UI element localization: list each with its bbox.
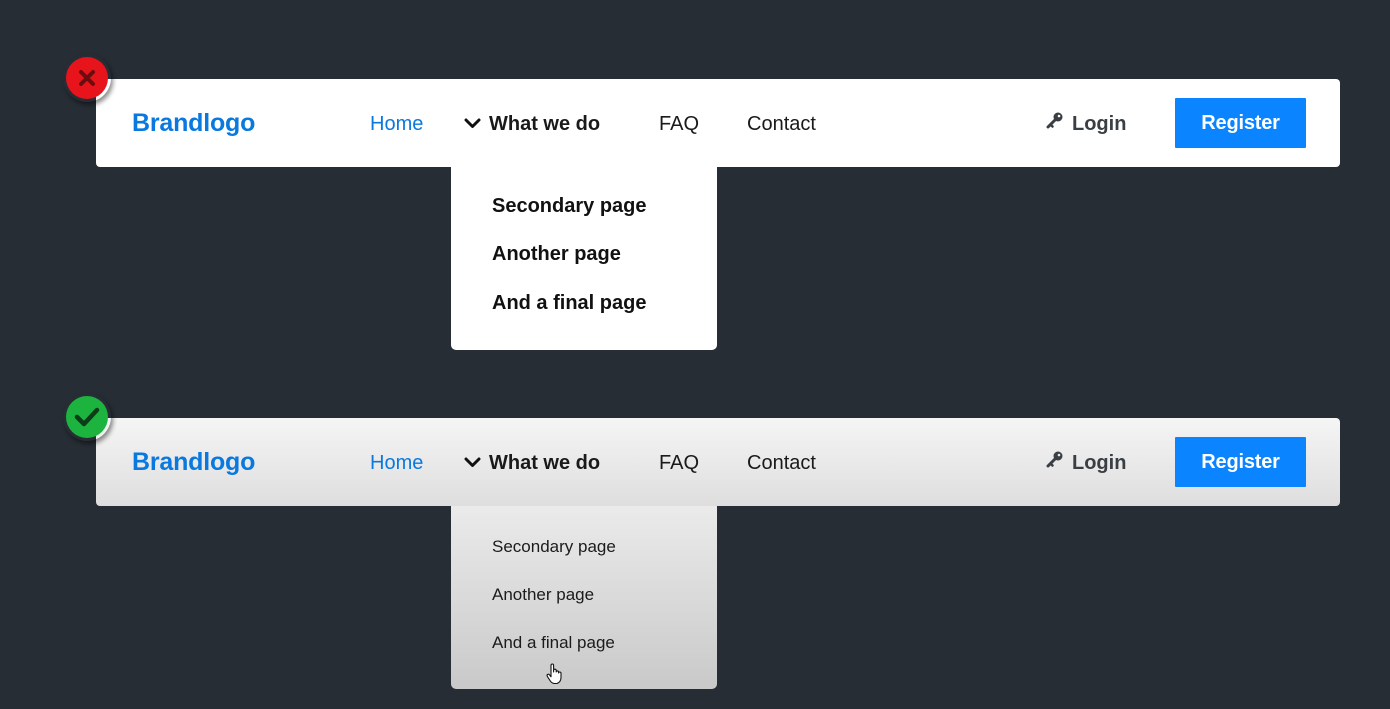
dropdown-item-secondary-page[interactable]: Secondary page [492, 195, 647, 218]
dropdown-item-final-page[interactable]: And a final page [492, 633, 615, 653]
dropdown-menu: Secondary page Another page And a final … [451, 499, 717, 689]
chevron-down-icon [464, 112, 481, 135]
brand-logo[interactable]: Brandlogo [132, 448, 255, 477]
nav-contact-link[interactable]: Contact [747, 113, 816, 136]
nav-home-link[interactable]: Home [370, 452, 423, 475]
login-label: Login [1072, 452, 1127, 474]
login-link[interactable]: Login [1046, 111, 1127, 136]
dropdown-menu: Secondary page Another page And a final … [451, 160, 717, 350]
nav-faq-link[interactable]: FAQ [659, 452, 699, 475]
key-icon [1046, 111, 1064, 135]
chevron-down-icon [464, 451, 481, 474]
register-button[interactable]: Register [1175, 98, 1306, 148]
check-mark-icon [66, 396, 108, 438]
login-label: Login [1072, 113, 1127, 135]
nav-faq-link[interactable]: FAQ [659, 113, 699, 136]
nav-what-we-do-link[interactable]: What we do [464, 452, 600, 475]
dropdown-item-another-page[interactable]: Another page [492, 585, 594, 605]
dropdown-item-final-page[interactable]: And a final page [492, 292, 646, 315]
nav-contact-link[interactable]: Contact [747, 452, 816, 475]
brand-logo[interactable]: Brandlogo [132, 109, 255, 138]
key-icon [1046, 450, 1064, 474]
dropdown-item-secondary-page[interactable]: Secondary page [492, 537, 616, 557]
navbar: Brandlogo Home What we do FAQ Contact Lo… [96, 418, 1340, 506]
navbar: Brandlogo Home What we do FAQ Contact Lo… [96, 79, 1340, 167]
correct-badge [63, 393, 111, 441]
nav-what-we-do-label: What we do [489, 113, 601, 135]
dropdown-item-another-page[interactable]: Another page [492, 243, 621, 266]
nav-what-we-do-link[interactable]: What we do [464, 113, 600, 136]
register-button[interactable]: Register [1175, 437, 1306, 487]
login-link[interactable]: Login [1046, 450, 1127, 475]
x-mark-icon [66, 57, 108, 99]
nav-home-link[interactable]: Home [370, 113, 423, 136]
nav-what-we-do-label: What we do [489, 452, 601, 474]
incorrect-badge [63, 54, 111, 102]
hand-cursor-icon [545, 663, 565, 690]
